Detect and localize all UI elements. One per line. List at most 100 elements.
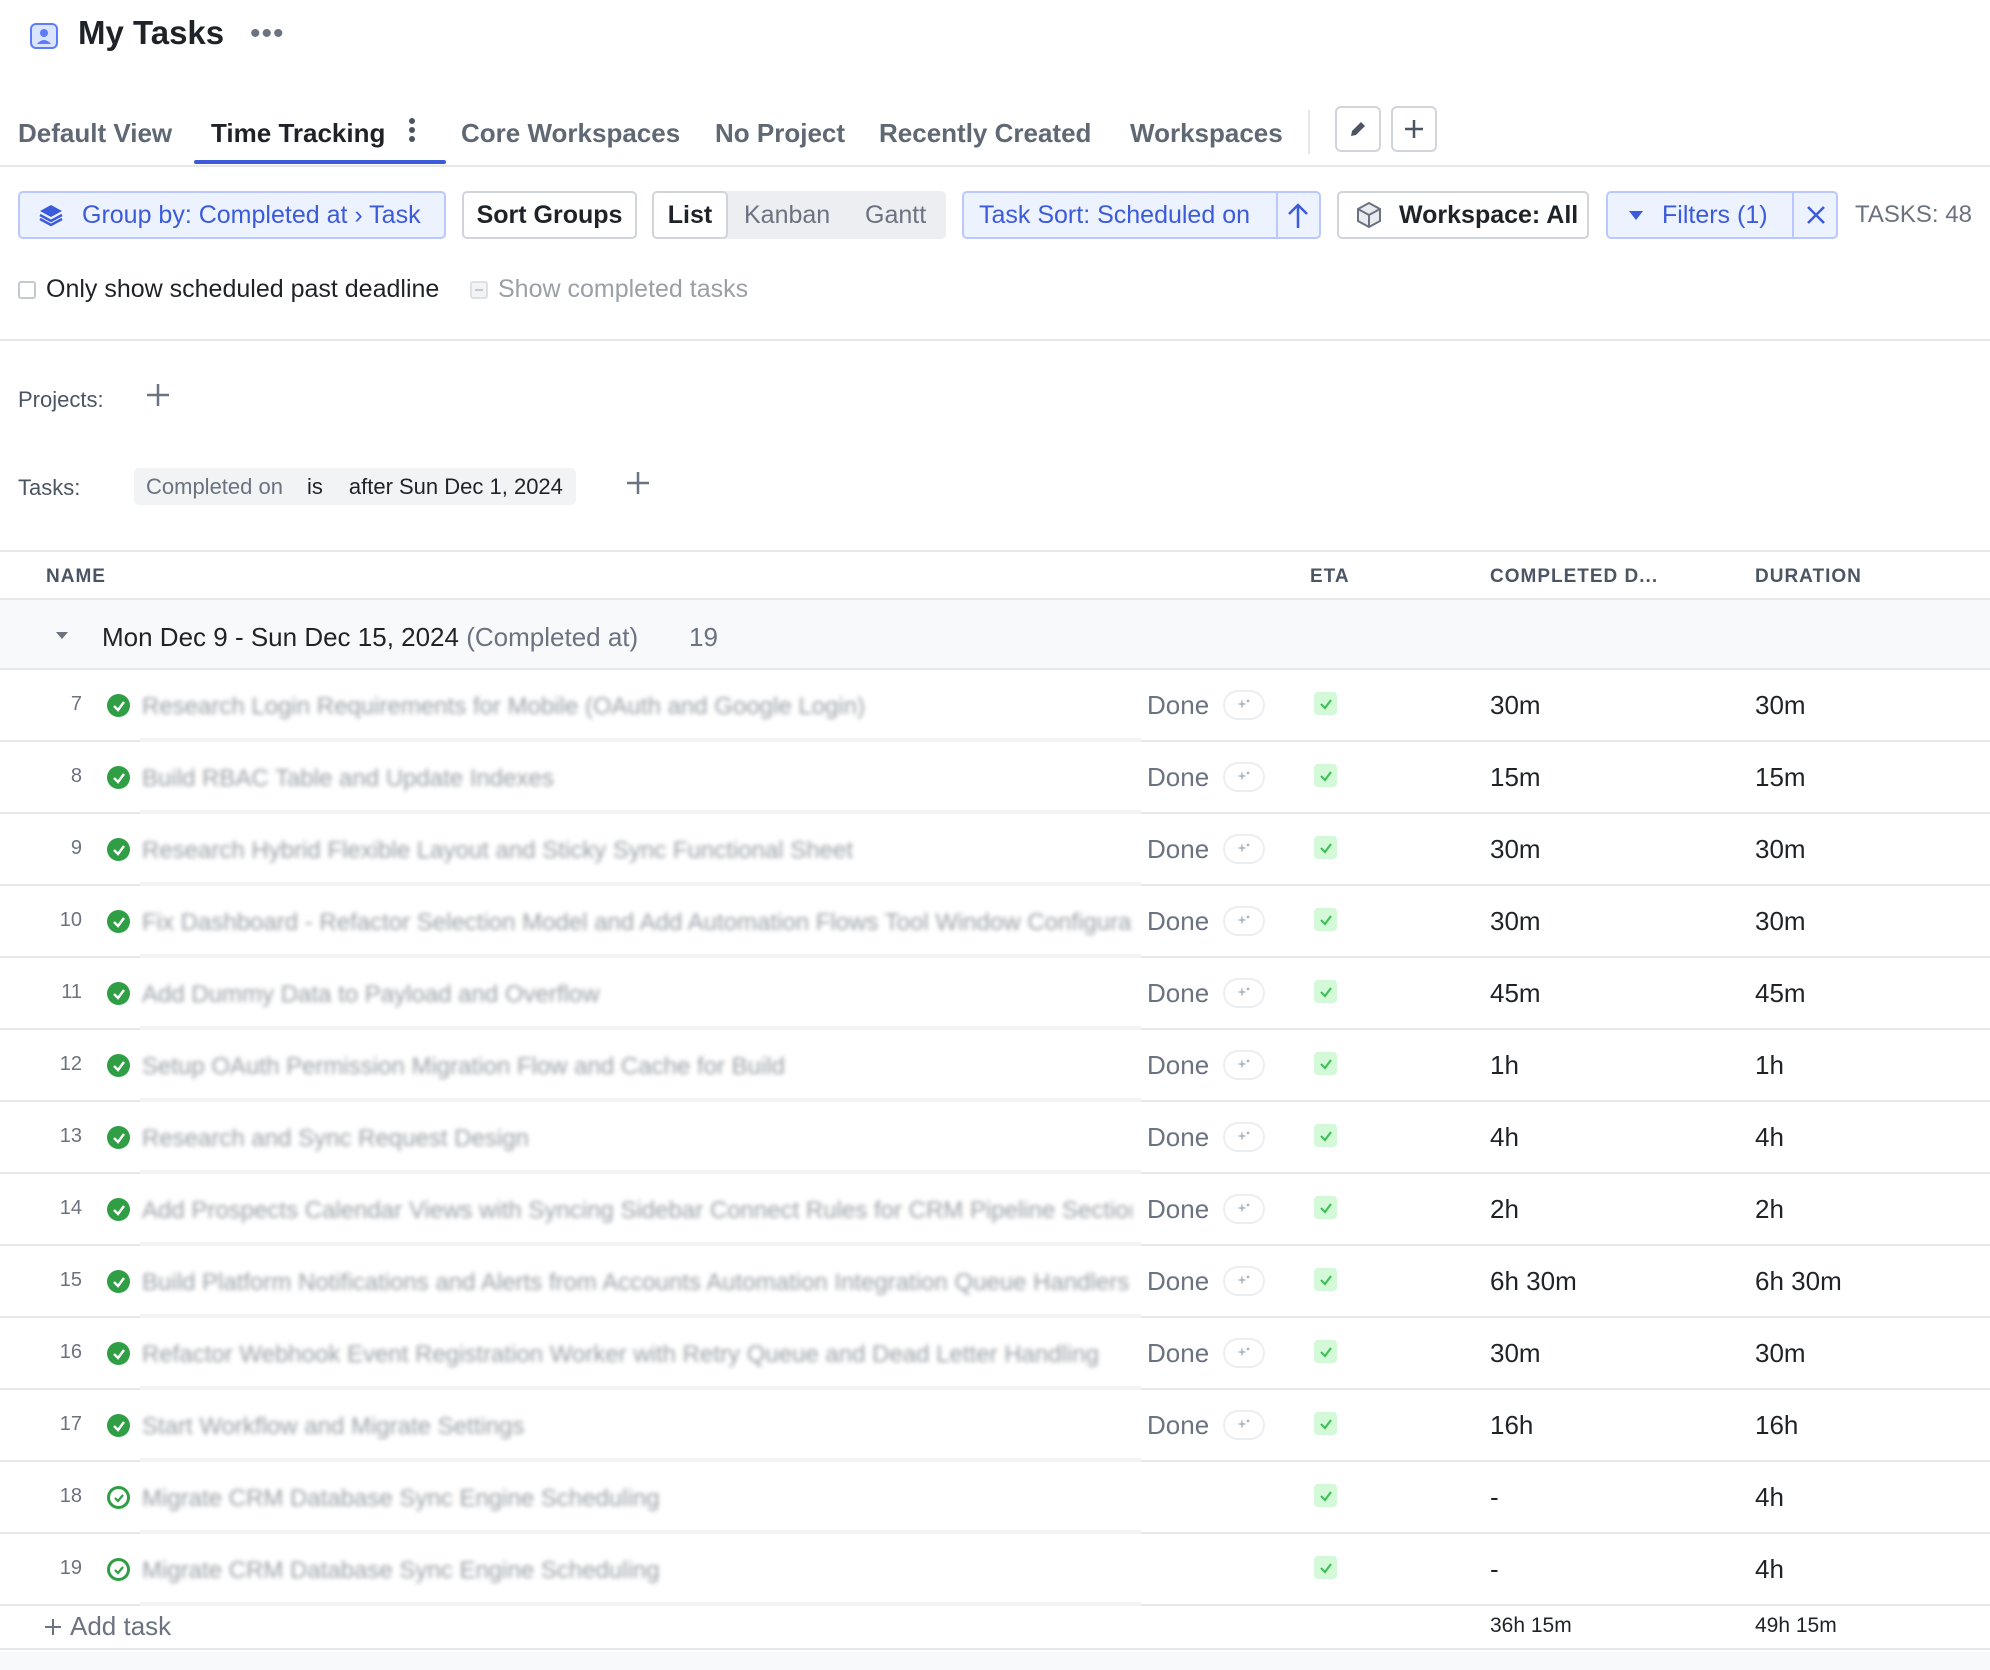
- task-name[interactable]: Research Hybrid Flexible Layout and Stic…: [142, 837, 1132, 863]
- tab-workspaces[interactable]: Workspaces: [1130, 118, 1283, 149]
- workspace-button[interactable]: Workspace: All: [1337, 191, 1589, 239]
- status-label: Done: [1147, 1050, 1210, 1080]
- check-circle-icon[interactable]: [107, 1558, 130, 1581]
- sort-groups-button[interactable]: Sort Groups: [462, 191, 637, 239]
- view-list[interactable]: List: [652, 191, 728, 239]
- column-duration[interactable]: DURATION: [1755, 566, 1862, 588]
- task-name[interactable]: Build Platform Notifications and Alerts …: [142, 1269, 1132, 1295]
- table-row[interactable]: 13 Research and Sync Request Design Done 4h…: [0, 1102, 1990, 1174]
- group-header[interactable]: Mon Dec 9 - Sun Dec 15, 2024 (Completed …: [0, 600, 1990, 670]
- task-name[interactable]: Start Workflow and Migrate Settings: [142, 1413, 1132, 1439]
- sparkle-icon[interactable]: [1223, 1194, 1265, 1224]
- sparkle-icon[interactable]: [1223, 1266, 1265, 1296]
- sparkle-icon[interactable]: [1223, 906, 1265, 936]
- add-task-filter-button[interactable]: [625, 468, 651, 502]
- sparkle-icon[interactable]: [1223, 1338, 1265, 1368]
- filters-divider: [1792, 193, 1794, 237]
- check-circle-icon[interactable]: [107, 1486, 130, 1509]
- task-name[interactable]: Migrate CRM Database Sync Engine Schedul…: [142, 1485, 1132, 1511]
- table-row[interactable]: 18 Migrate CRM Database Sync Engine Sched…: [0, 1462, 1990, 1534]
- sparkle-icon[interactable]: [1223, 690, 1265, 720]
- task-name[interactable]: Migrate CRM Database Sync Engine Schedul…: [142, 1557, 1132, 1583]
- check-circle-icon[interactable]: [107, 982, 130, 1005]
- group-by-button[interactable]: Group by: Completed at › Task: [18, 191, 446, 239]
- tab-time-tracking[interactable]: Time Tracking: [211, 118, 385, 149]
- total-duration: 49h 15m: [1755, 1614, 1837, 1637]
- sparkle-icon[interactable]: [1223, 1122, 1265, 1152]
- completed-duration-cell: 1h: [1490, 1050, 1519, 1080]
- task-name[interactable]: Fix Dashboard - Refactor Selection Model…: [142, 909, 1132, 935]
- view-gantt[interactable]: Gantt: [865, 191, 926, 239]
- check-circle-icon[interactable]: [107, 838, 130, 861]
- group-subtitle: (Completed at): [466, 622, 639, 652]
- table-row[interactable]: 10 Fix Dashboard - Refactor Selection Mod…: [0, 886, 1990, 958]
- table-row[interactable]: 15 Build Platform Notifications and Alert…: [0, 1246, 1990, 1318]
- add-view-button[interactable]: [1391, 106, 1437, 152]
- add-project-filter-button[interactable]: [145, 380, 171, 414]
- triangle-down-icon: [1629, 211, 1643, 220]
- check-circle-icon[interactable]: [107, 1054, 130, 1077]
- table-row[interactable]: 12 Setup OAuth Permission Migration Flow …: [0, 1030, 1990, 1102]
- table-row[interactable]: 11 Add Dummy Data to Payload and Overflow…: [0, 958, 1990, 1030]
- task-name[interactable]: Research Login Requirements for Mobile (…: [142, 693, 1132, 719]
- edit-view-button[interactable]: [1335, 106, 1381, 152]
- group-date-range: Mon Dec 9 - Sun Dec 15, 2024: [102, 622, 459, 652]
- add-task-button[interactable]: Add task: [44, 1611, 171, 1642]
- table-row[interactable]: 17 Start Workflow and Migrate Settings Don…: [0, 1390, 1990, 1462]
- tab-no-project[interactable]: No Project: [715, 118, 845, 149]
- sparkle-icon[interactable]: [1223, 978, 1265, 1008]
- task-sort-button[interactable]: Task Sort: Scheduled on: [962, 191, 1321, 239]
- caret-down-icon[interactable]: [56, 632, 68, 639]
- check-circle-icon[interactable]: [107, 910, 130, 933]
- arrow-up-icon[interactable]: [1285, 202, 1311, 230]
- more-icon[interactable]: •••: [250, 14, 285, 54]
- check-circle-icon[interactable]: [107, 766, 130, 789]
- task-name[interactable]: Build RBAC Table and Update Indexes: [142, 765, 1132, 791]
- task-name[interactable]: Add Dummy Data to Payload and Overflow: [142, 981, 1132, 1007]
- row-number: 11: [61, 981, 82, 1003]
- task-name[interactable]: Setup OAuth Permission Migration Flow an…: [142, 1053, 1132, 1079]
- sparkle-icon[interactable]: [1223, 1410, 1265, 1440]
- completed-on-filter-chip[interactable]: Completed on is after Sun Dec 1, 2024: [134, 468, 576, 505]
- check-circle-icon[interactable]: [107, 1198, 130, 1221]
- check-circle-icon[interactable]: [107, 1414, 130, 1437]
- tab-default-view[interactable]: Default View: [18, 118, 172, 149]
- chip-value: after Sun Dec 1, 2024: [348, 473, 563, 499]
- filters-button[interactable]: Filters (1): [1606, 191, 1838, 239]
- kebab-icon[interactable]: [404, 116, 420, 148]
- view-kanban[interactable]: Kanban: [744, 191, 830, 239]
- show-completed-label: Show completed tasks: [498, 275, 749, 303]
- check-icon: [1314, 836, 1337, 859]
- duration-cell: 15m: [1755, 762, 1806, 792]
- table-row[interactable]: 8 Build RBAC Table and Update Indexes Done…: [0, 742, 1990, 814]
- tab-core-workspaces[interactable]: Core Workspaces: [461, 118, 680, 149]
- column-name[interactable]: NAME: [46, 566, 106, 588]
- table-row[interactable]: 9 Research Hybrid Flexible Layout and Sti…: [0, 814, 1990, 886]
- tab-recently-created[interactable]: Recently Created: [879, 118, 1091, 149]
- column-completed[interactable]: COMPLETED D...: [1490, 566, 1658, 588]
- check-circle-icon[interactable]: [107, 1342, 130, 1365]
- check-circle-icon[interactable]: [107, 694, 130, 717]
- table-row[interactable]: 14 Add Prospects Calendar Views with Sync…: [0, 1174, 1990, 1246]
- check-icon: [1314, 1484, 1337, 1507]
- task-name[interactable]: Add Prospects Calendar Views with Syncin…: [142, 1197, 1132, 1223]
- sparkle-icon[interactable]: [1223, 834, 1265, 864]
- task-name[interactable]: Research and Sync Request Design: [142, 1125, 1132, 1151]
- check-circle-icon[interactable]: [107, 1126, 130, 1149]
- task-name[interactable]: Refactor Webhook Event Registration Work…: [142, 1341, 1132, 1367]
- table-row[interactable]: 16 Refactor Webhook Event Registration Wo…: [0, 1318, 1990, 1390]
- sparkle-icon[interactable]: [1223, 1050, 1265, 1080]
- duration-cell: 30m: [1755, 834, 1806, 864]
- past-deadline-checkbox[interactable]: [18, 281, 36, 299]
- sparkle-icon[interactable]: [1223, 762, 1265, 792]
- column-eta[interactable]: ETA: [1310, 566, 1350, 588]
- table-row[interactable]: 19 Migrate CRM Database Sync Engine Sched…: [0, 1534, 1990, 1606]
- duration-cell: 4h: [1755, 1122, 1784, 1152]
- table-row[interactable]: 7 Research Login Requirements for Mobile …: [0, 670, 1990, 742]
- check-icon: [1314, 1340, 1337, 1363]
- row-number: 10: [59, 909, 82, 931]
- check-circle-icon[interactable]: [107, 1270, 130, 1293]
- table-header: NAME ETA COMPLETED D... DURATION: [0, 552, 1990, 600]
- duration-cell: 30m: [1755, 906, 1806, 936]
- close-icon[interactable]: [1805, 204, 1827, 226]
